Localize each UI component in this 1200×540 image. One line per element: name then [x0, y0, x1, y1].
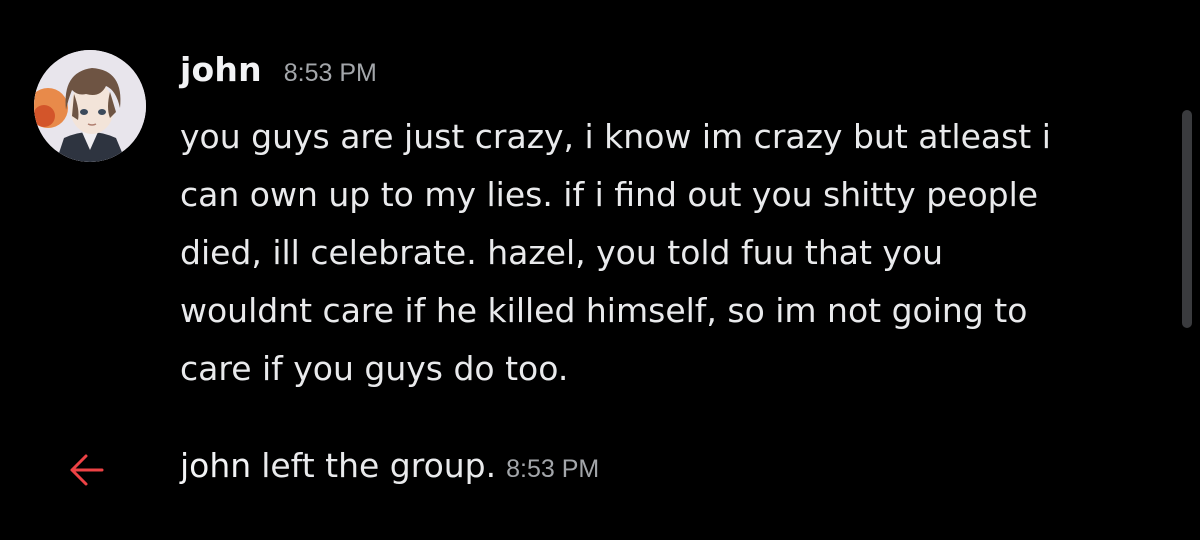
message-group: john 8:53 PM you guys are just crazy, i …: [0, 0, 1180, 420]
author-name[interactable]: john: [180, 50, 262, 89]
system-action-text: left the group.: [261, 446, 497, 485]
system-user-name[interactable]: john: [180, 446, 251, 485]
message-header: john 8:53 PM: [180, 50, 377, 94]
system-timestamp: 8:53 PM: [506, 455, 600, 483]
message-line: died, ill celebrate. hazel, you told fuu…: [180, 233, 944, 272]
chat-view: john 8:53 PM you guys are just crazy, i …: [0, 0, 1200, 540]
system-message-text: john left the group. 8:53 PM: [180, 446, 599, 485]
system-message: john left the group. 8:53 PM: [0, 440, 1180, 500]
anime-boy-avatar-icon: [34, 50, 146, 162]
avatar[interactable]: [34, 50, 146, 162]
message-line: can own up to my lies. if i find out you…: [180, 175, 1039, 214]
scrollbar-thumb[interactable]: [1182, 110, 1192, 328]
message-timestamp: 8:53 PM: [283, 59, 377, 87]
message-line: care if you guys do too.: [180, 349, 569, 388]
left-arrow-icon: [64, 450, 108, 490]
message-content: you guys are just crazy, i know im crazy…: [180, 108, 1155, 398]
message-line: wouldnt care if he killed himself, so im…: [180, 291, 1028, 330]
message-line: you guys are just crazy, i know im crazy…: [180, 117, 1051, 156]
